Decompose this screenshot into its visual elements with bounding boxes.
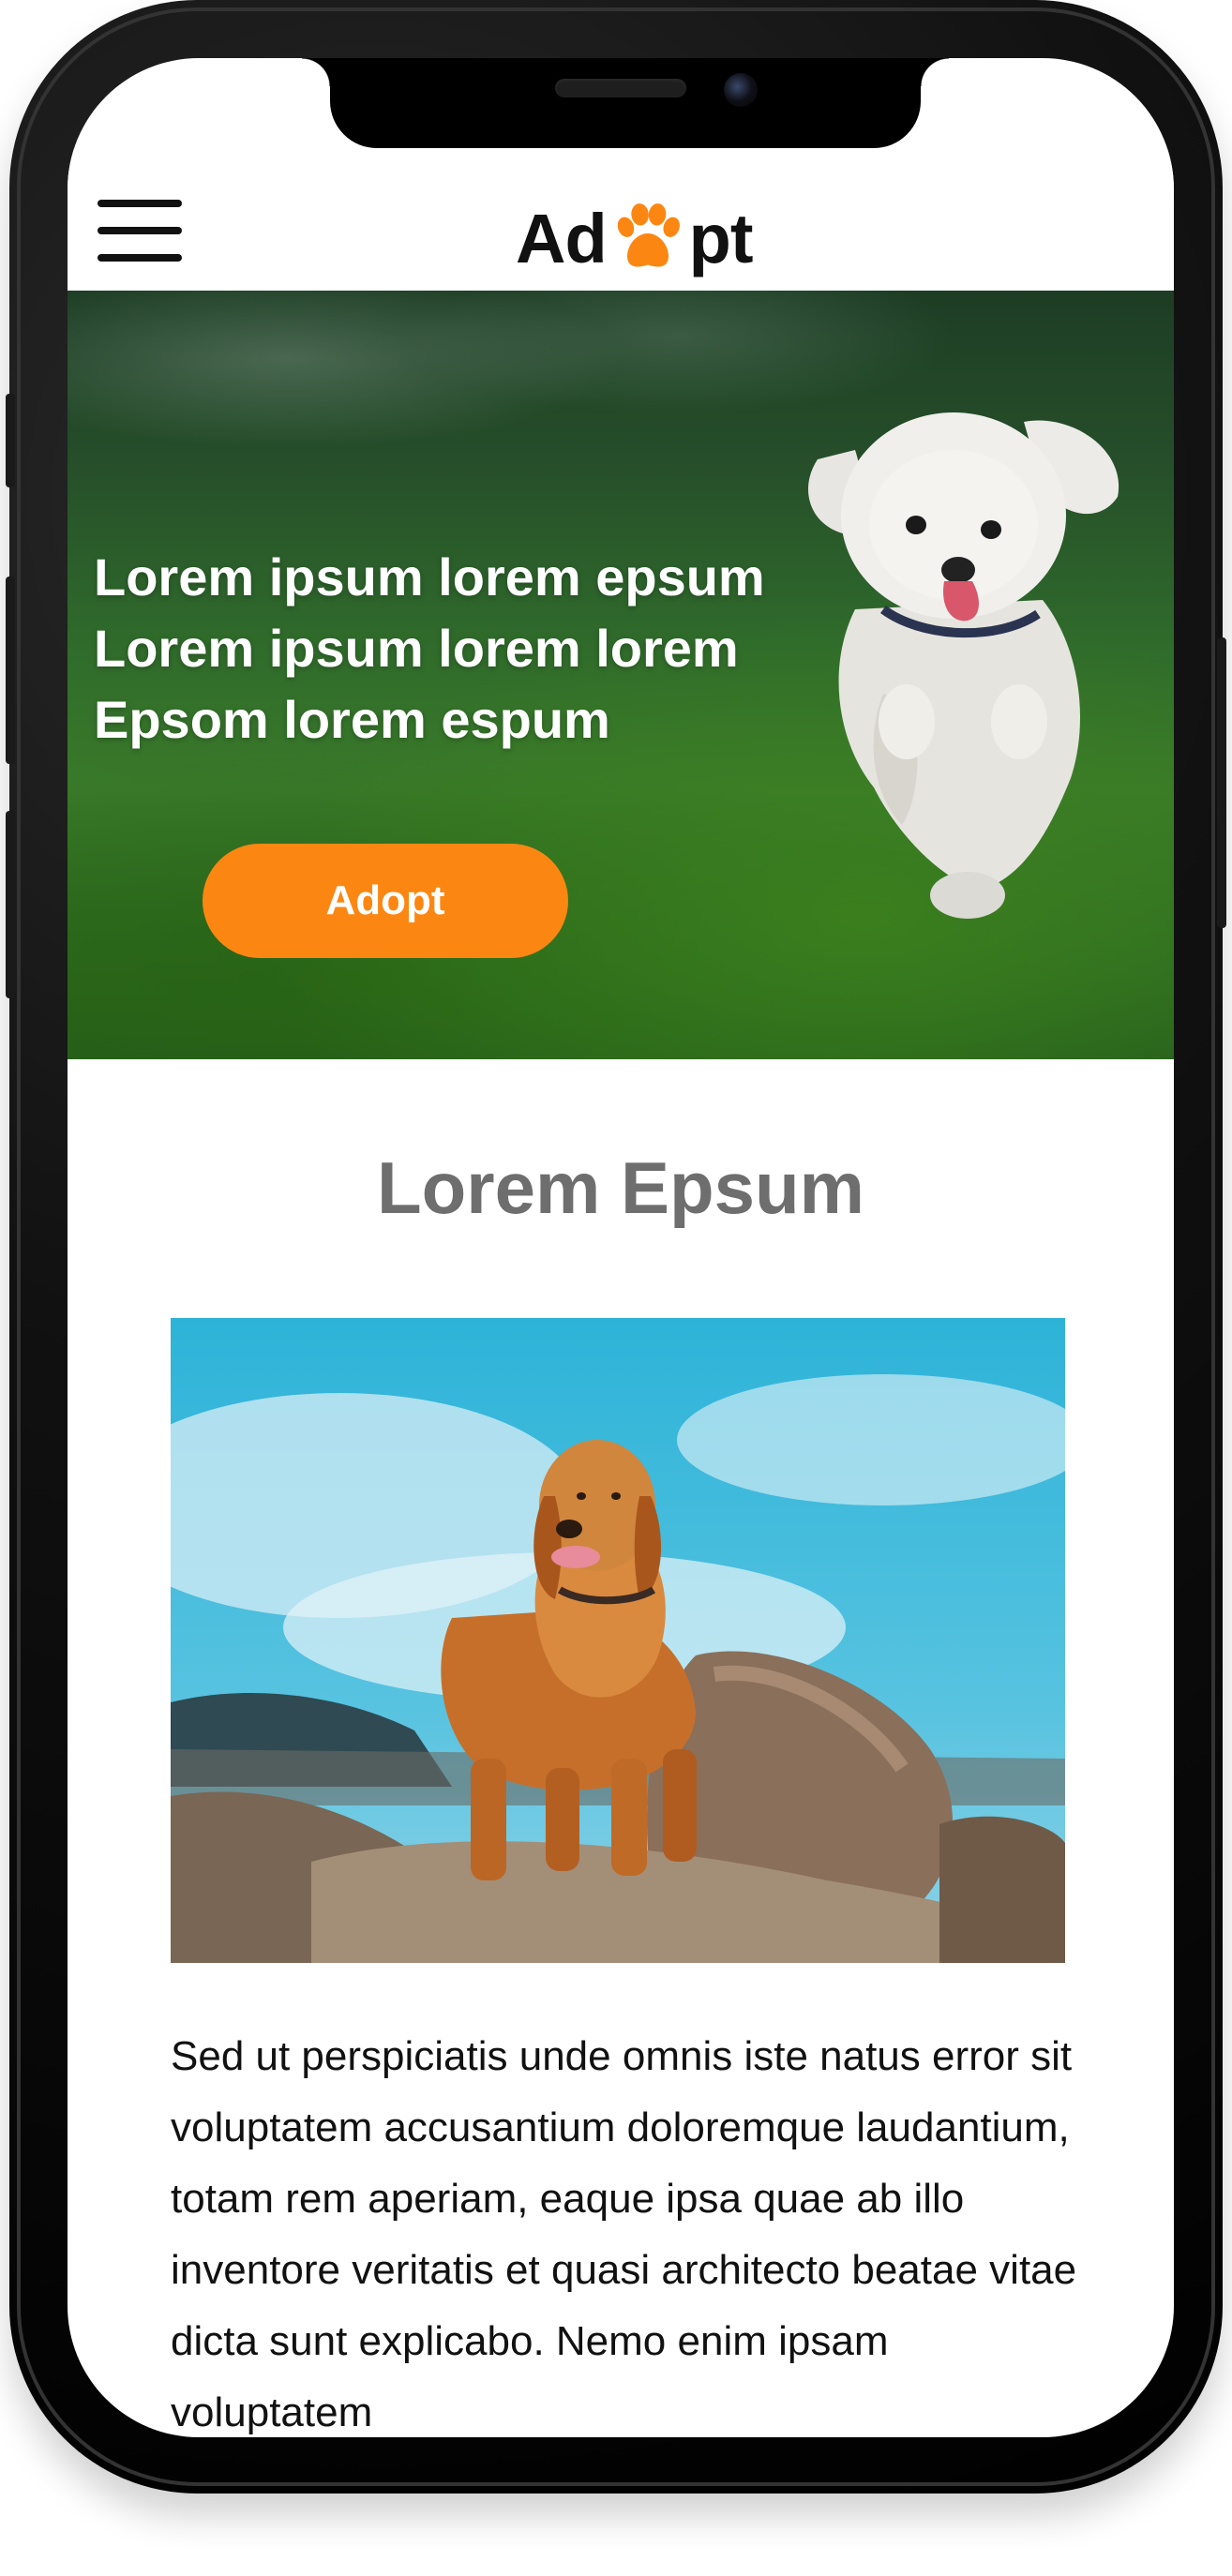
hero-headline-line: Epsom lorem espum [94, 690, 610, 749]
section-title: Lorem Epsum [376, 1146, 865, 1229]
notch [302, 58, 949, 148]
phone-screen: Ad pt Lorem ipsum lorem epsum Lorem ipsu… [68, 58, 1174, 2437]
power-button [1217, 637, 1226, 928]
golden-retriever-illustration [171, 1318, 1065, 1963]
hero-headline-line: Lorem ipsum lorem epsum [94, 547, 765, 607]
front-camera-icon [724, 73, 758, 107]
logo-text-end: pt [688, 199, 754, 277]
hero-headline: Lorem ipsum lorem epsum Lorem ipsum lore… [94, 542, 863, 756]
phone-frame: Ad pt Lorem ipsum lorem epsum Lorem ipsu… [6, 0, 1226, 2494]
app-logo[interactable]: Ad pt [516, 199, 754, 277]
volume-up-button [6, 577, 15, 764]
hamburger-menu-icon[interactable] [98, 200, 182, 262]
paw-icon [617, 203, 680, 267]
hero-headline-line: Lorem ipsum lorem lorem [94, 619, 739, 678]
app-header: Ad pt [68, 148, 1174, 291]
silent-switch [6, 394, 15, 487]
logo-text-start: Ad [516, 199, 608, 277]
hero-banner: Lorem ipsum lorem epsum Lorem ipsum lore… [68, 291, 1174, 1059]
golden-retriever-image [171, 1318, 1065, 1963]
body-paragraph: Sed ut perspiciatis unde omnis iste natu… [171, 2033, 1077, 2435]
adopt-button[interactable]: Adopt [203, 844, 568, 958]
volume-down-button [6, 811, 15, 998]
speaker-grille [555, 79, 686, 97]
